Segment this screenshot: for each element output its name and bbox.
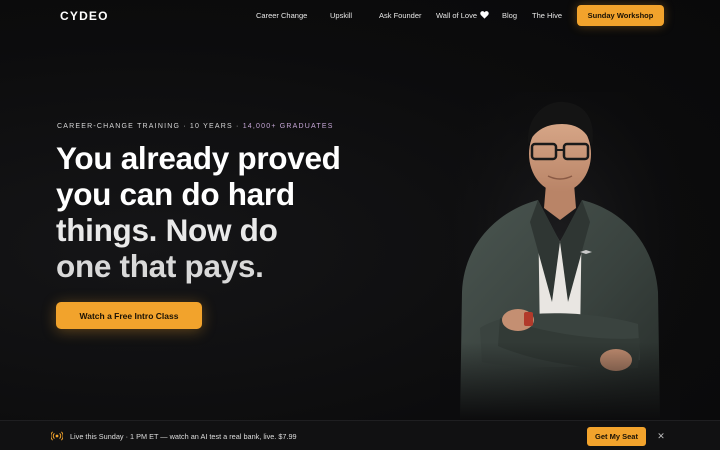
hero-eyebrow: CAREER-CHANGE TRAINING · 10 YEARS · 14,0… [57,123,334,130]
nav-upskill[interactable]: Upskill [330,11,352,20]
nav-wall-of-love-label: Wall of Love [436,11,477,20]
founder-portrait [440,92,680,420]
get-my-seat-button[interactable]: Get My Seat [587,427,646,446]
sunday-workshop-button[interactable]: Sunday Workshop [577,5,664,26]
eyebrow-accent: 14,000+ GRADUATES [242,123,334,130]
landing-page: CYDEO Career Change Upskill Ask Founder … [0,0,720,450]
nav-the-hive[interactable]: The Hive [532,11,562,20]
live-event-banner: Live this Sunday · 1 PM ET — watch an AI… [0,420,720,450]
headline-line-3: things. Now do [56,212,278,248]
nav-blog[interactable]: Blog [502,11,517,20]
headline-line-1: You already proved [56,140,341,176]
headline-line-4: one that pays. [56,248,264,284]
close-icon[interactable]: ✕ [655,430,667,442]
headline-line-2: you can do hard [56,176,295,212]
heart-icon [480,11,489,19]
watch-intro-class-button[interactable]: Watch a Free Intro Class [56,302,202,329]
hero-headline: You already proved you can do hard thing… [56,140,396,284]
nav-ask-founder[interactable]: Ask Founder [379,11,422,20]
banner-message: Live this Sunday · 1 PM ET — watch an AI… [70,432,297,441]
nav-wall-of-love[interactable]: Wall of Love [436,11,489,20]
eyebrow-main: CAREER-CHANGE TRAINING · 10 YEARS · [57,123,243,130]
nav-career-change[interactable]: Career Change [256,11,307,20]
broadcast-icon [51,431,63,441]
top-nav: CYDEO Career Change Upskill Ask Founder … [0,0,720,32]
